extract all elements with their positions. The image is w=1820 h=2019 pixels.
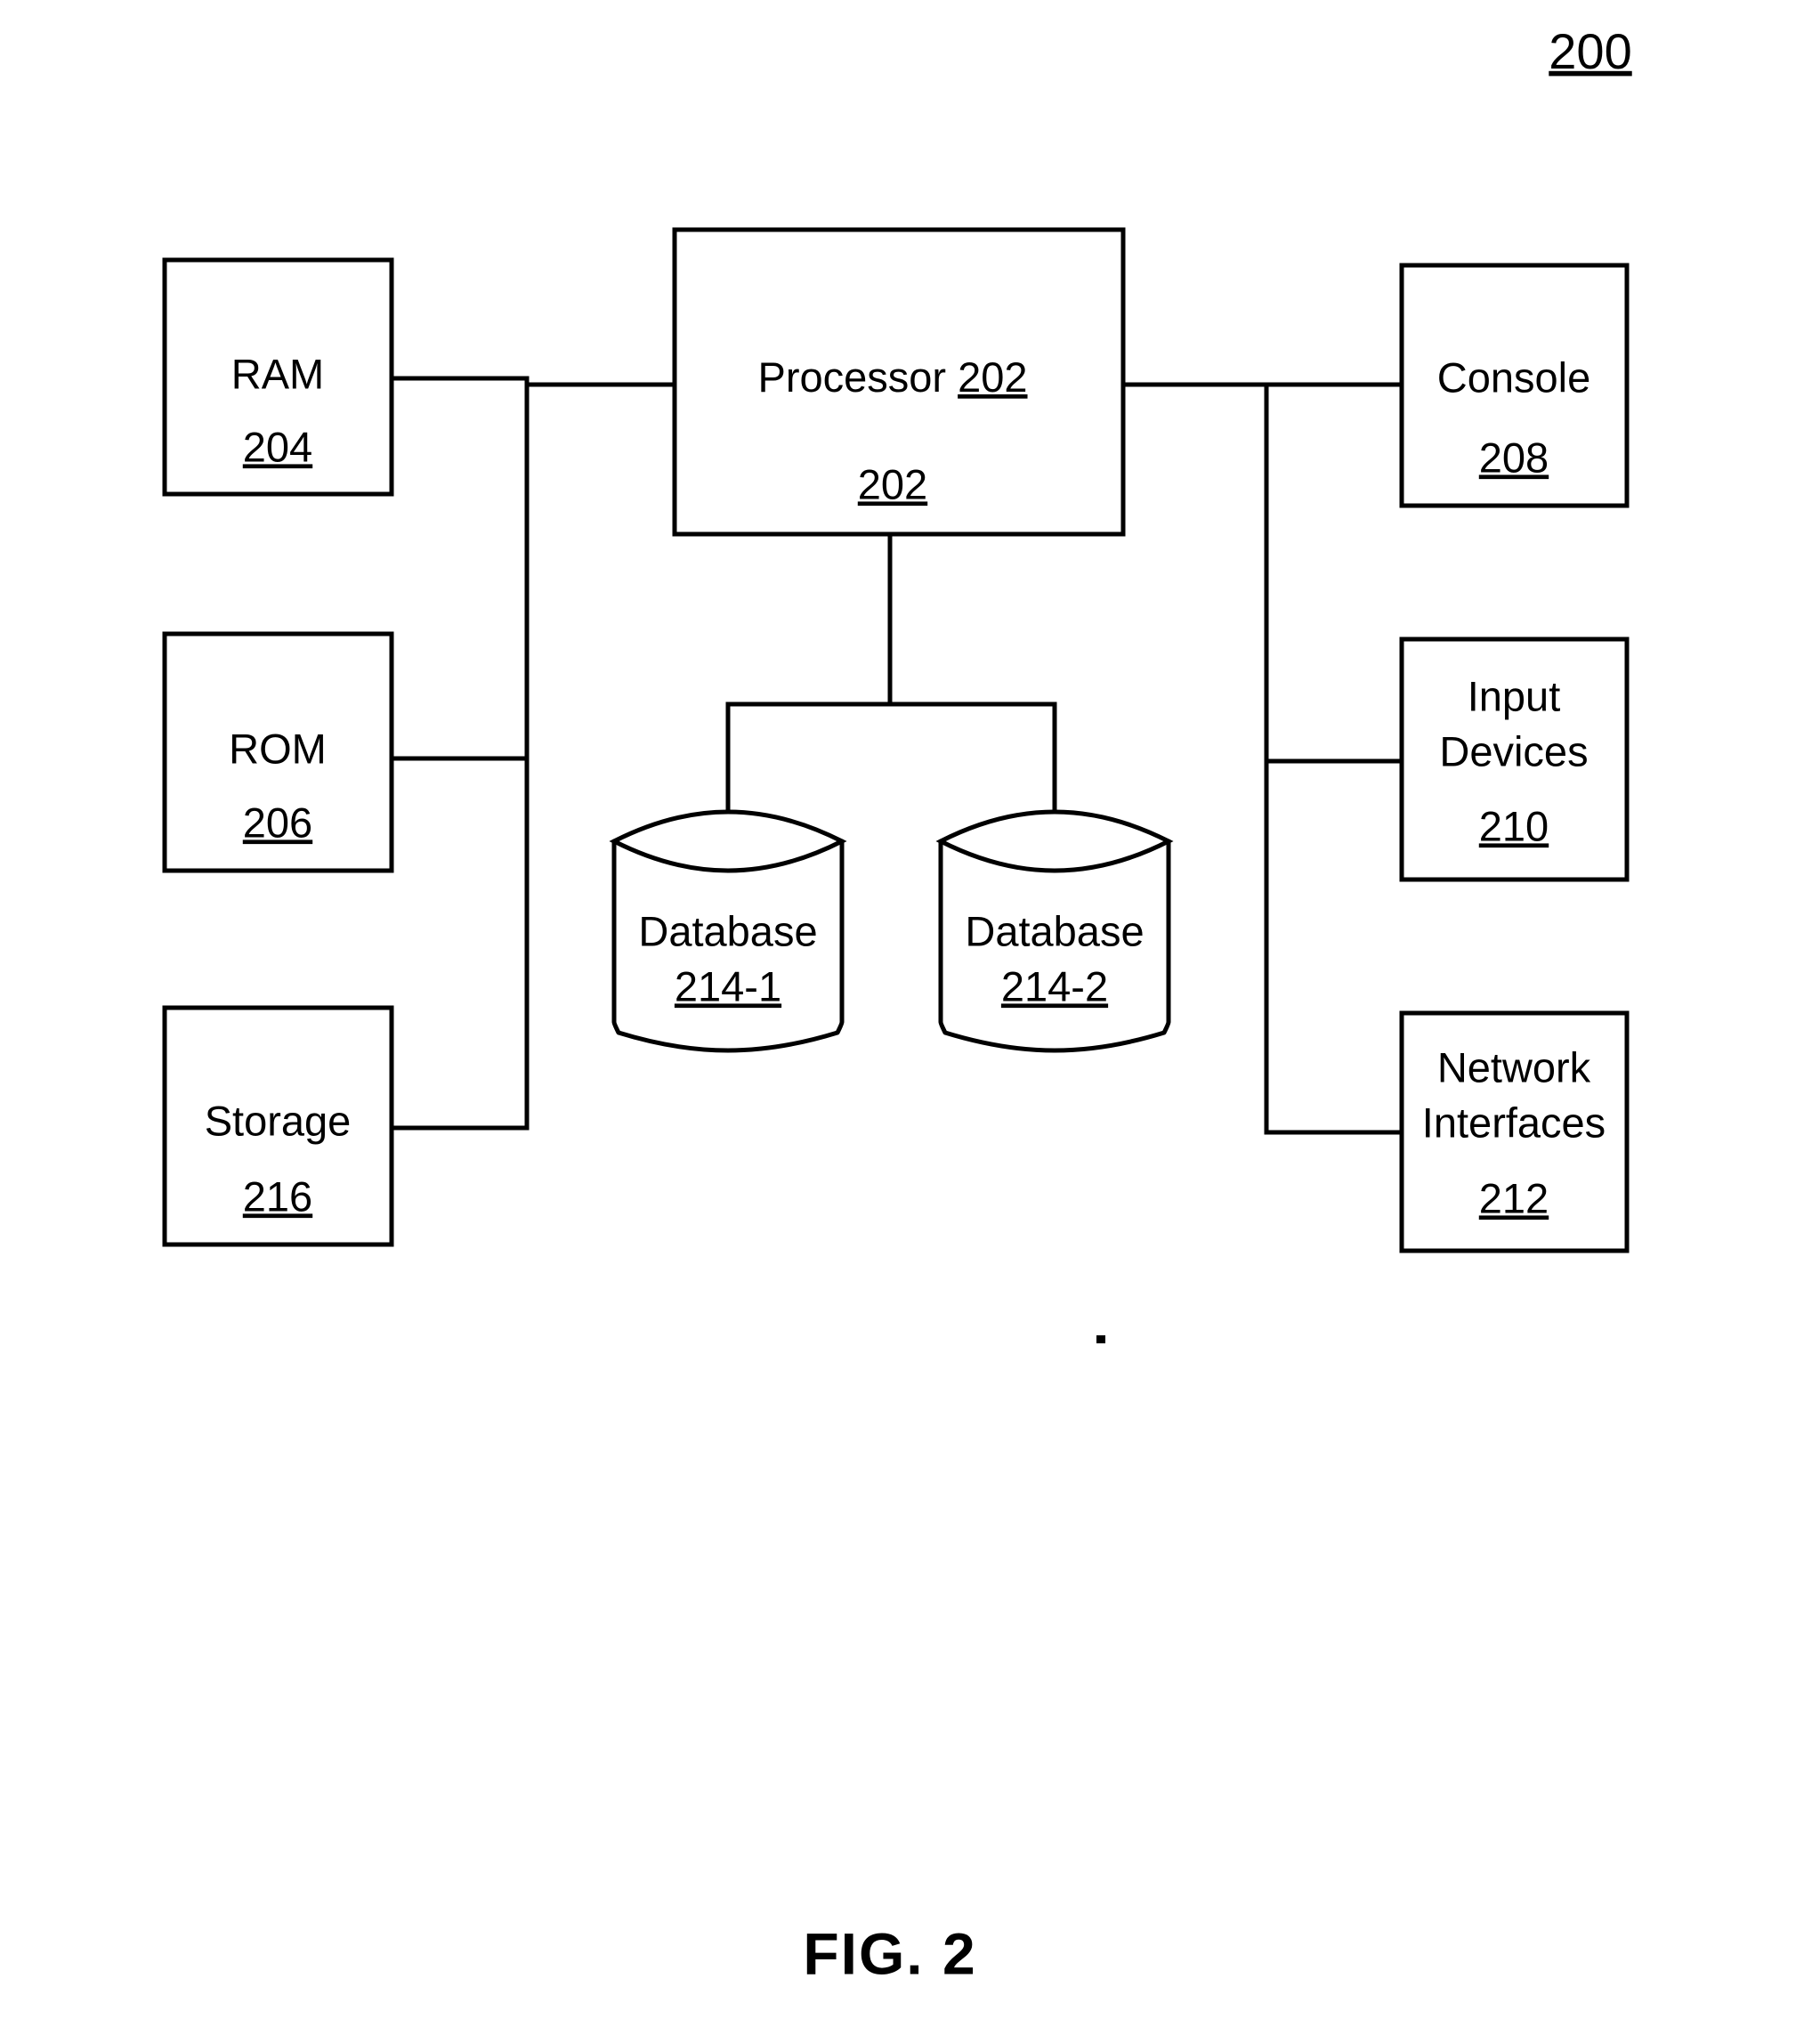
console-ref-number: 208 [1479,434,1549,481]
ram-label: RAM [231,350,324,397]
rom-label: ROM [229,725,327,772]
storage-label: Storage [205,1097,352,1144]
database-2-label: Database [965,907,1144,954]
figure-canvas: RAM 204 ROM 206 Storage 216 Processor 20… [162,23,1632,1986]
database-1-ref-number: 214-1 [675,962,781,1010]
node-input-devices[interactable]: Input Devices 210 [1399,637,1630,882]
patent-figure-page: RAM 204 ROM 206 Storage 216 Processor 20… [0,0,1820,2019]
processor-title-text: Processor [757,353,946,401]
database-1-label: Database [638,907,817,954]
figure-caption: FIG. 2 [803,1920,976,1986]
processor-ref-number: 202 [858,460,927,507]
input-devices-label-line2: Devices [1439,727,1588,774]
database-2-ref-number: 214-2 [1001,962,1108,1010]
network-interfaces-label-line2: Interfaces [1422,1099,1606,1146]
storage-ref-number: 216 [243,1172,312,1220]
node-ram[interactable]: RAM 204 [162,257,394,497]
processor-title-ref: 202 [958,353,1027,401]
node-database-2[interactable]: Database 214-2 [935,809,1174,1053]
node-storage[interactable]: Storage 216 [162,1005,394,1247]
input-devices-label-line1: Input [1468,672,1561,719]
node-database-1[interactable]: Database 214-1 [609,809,847,1053]
ram-ref-number: 204 [243,423,312,470]
input-devices-ref-number: 210 [1479,802,1549,849]
network-interfaces-ref-number: 212 [1479,1174,1549,1221]
node-network-interfaces[interactable]: Network Interfaces 212 [1399,1010,1630,1253]
stray-speck [1096,1335,1105,1343]
console-label: Console [1437,353,1590,401]
rom-ref-number: 206 [243,799,312,846]
processor-title: Processor 202 [757,353,1027,401]
connector-ram-to-processor [389,376,677,387]
node-processor[interactable]: Processor 202 202 [672,227,1126,537]
network-interfaces-label-line1: Network [1437,1043,1591,1091]
node-rom[interactable]: ROM 206 [162,631,394,873]
node-console[interactable]: Console 208 [1399,263,1630,508]
figure-reference-number: 200 [1549,23,1631,79]
